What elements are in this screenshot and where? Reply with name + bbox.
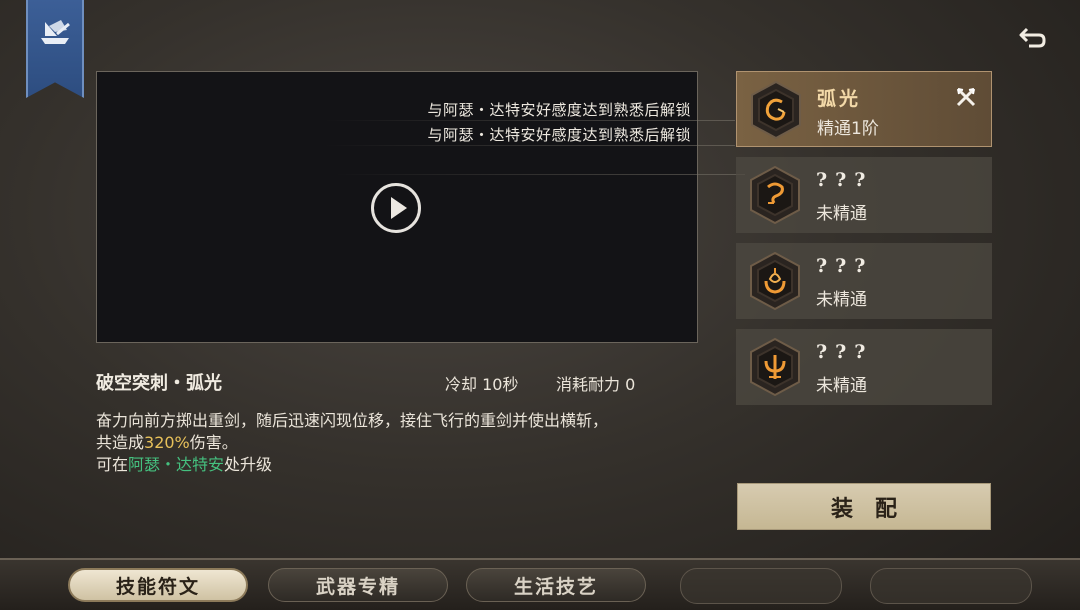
skill-cooldown: 冷却 10秒 (445, 375, 519, 394)
rune-status: 未精通 (816, 290, 867, 310)
rune-arc-icon (751, 80, 801, 140)
skill-description: 奋力向前方掷出重剑，随后迅速闪现位移，接住飞行的重剑并使出横斩， 共造成320%… (96, 410, 716, 476)
desc-text: 处升级 (224, 455, 273, 474)
desc-line-3: 可在阿瑟・达特安处升级 (96, 454, 716, 476)
play-button[interactable] (371, 183, 421, 233)
return-arrow-icon (1019, 27, 1046, 48)
desc-text: 伤害。 (189, 433, 238, 452)
tab-life-skills[interactable]: 生活技艺 (466, 568, 646, 602)
damage-value: 320% (144, 433, 190, 452)
rune-unknown-3-icon (750, 337, 800, 397)
tab-ornament (870, 568, 1032, 604)
desc-text: 共造成 (96, 433, 145, 452)
rune-item-locked-3[interactable]: ??? 未精通 (736, 329, 992, 405)
rune-item-locked-2[interactable]: ??? 未精通 (736, 243, 992, 319)
back-button[interactable] (1016, 22, 1048, 52)
unlock-condition-text: 与阿瑟・达特安好感度达到熟悉后解锁 (427, 101, 691, 119)
divider (325, 145, 735, 146)
rune-title: 弧光 (817, 88, 862, 110)
unlock-condition-text: 与阿瑟・达特安好感度达到熟悉后解锁 (427, 126, 691, 144)
tab-ornament (680, 568, 842, 604)
equip-button[interactable]: 装配 (737, 483, 991, 530)
rune-status: 未精通 (816, 204, 867, 224)
npc-link[interactable]: 阿瑟・达特安 (128, 455, 224, 474)
crossed-swords-icon (956, 87, 976, 107)
desc-line-1: 奋力向前方掷出重剑，随后迅速闪现位移，接住飞行的重剑并使出横斩， (96, 411, 609, 430)
rune-title: ??? (816, 255, 874, 277)
skill-video-preview: 与阿瑟・达特安好感度达到熟悉后解锁 与阿瑟・达特安好感度达到熟悉后解锁 (96, 71, 745, 343)
rune-status: 精通1阶 (817, 119, 879, 139)
divider (325, 120, 735, 121)
desc-text: 可在 (96, 455, 129, 474)
ship-icon (41, 20, 70, 44)
rune-status: 未精通 (816, 376, 867, 396)
bottom-tab-bar: 技能符文 武器专精 生活技艺 (0, 558, 1080, 610)
rune-item-arc[interactable]: 弧光 精通1阶 (736, 71, 992, 147)
desc-line-2: 共造成320%伤害。 (96, 432, 716, 454)
rune-title: ??? (816, 341, 874, 363)
rune-unknown-2-icon (750, 251, 800, 311)
skill-stamina-cost: 消耗耐力 0 (556, 375, 636, 394)
rune-item-locked-1[interactable]: ??? 未精通 (736, 157, 992, 233)
rune-unknown-1-icon (750, 165, 800, 225)
rune-title: ??? (816, 169, 874, 191)
divider (335, 174, 745, 175)
tab-skill-runes[interactable]: 技能符文 (68, 568, 248, 602)
play-icon (390, 197, 407, 219)
tab-weapon-mastery[interactable]: 武器专精 (268, 568, 448, 602)
guild-banner (26, 0, 84, 98)
skill-name: 破空突刺・弧光 (96, 373, 222, 394)
